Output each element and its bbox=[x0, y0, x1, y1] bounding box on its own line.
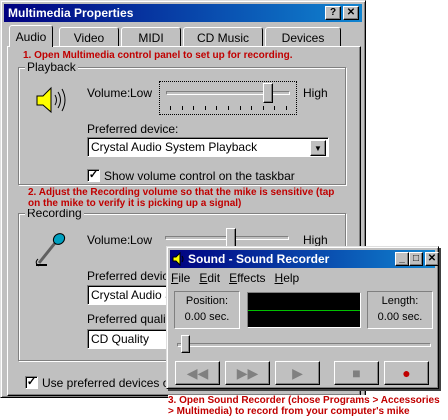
recording-high-label: High bbox=[303, 233, 328, 247]
playback-group-label: Playback bbox=[25, 60, 78, 74]
recording-quality-select[interactable]: CD Quality bbox=[87, 329, 177, 349]
recorder-seek-thumb[interactable] bbox=[181, 335, 190, 353]
playback-slider-ticks bbox=[170, 106, 288, 110]
annotation-step3-line2: > Multimedia) to record from your comput… bbox=[168, 406, 410, 417]
recorder-title: Sound - Sound Recorder bbox=[188, 252, 330, 266]
recording-quality-value: CD Quality bbox=[91, 332, 150, 346]
help-button[interactable]: ? bbox=[325, 6, 341, 20]
recording-quality-label: Preferred quality: bbox=[87, 312, 179, 326]
slider-tick bbox=[216, 106, 218, 110]
waveform-display bbox=[247, 292, 361, 328]
show-volume-checkbox[interactable]: ✓ bbox=[87, 169, 100, 182]
stop-button[interactable]: ■ bbox=[334, 361, 379, 385]
sound-recorder-window: Sound - Sound Recorder _ □ ✕ File Edit E… bbox=[166, 246, 439, 389]
menu-file[interactable]: File bbox=[171, 271, 190, 285]
position-value: 0.00 sec. bbox=[184, 311, 230, 323]
record-button[interactable]: ● bbox=[384, 361, 429, 385]
playback-slider-thumb[interactable] bbox=[263, 83, 273, 103]
speaker-icon bbox=[36, 86, 66, 114]
recorder-app-icon bbox=[172, 252, 184, 266]
show-volume-label: Show volume control on the taskbar bbox=[104, 169, 295, 183]
recorder-close-icon[interactable]: ✕ bbox=[425, 252, 439, 266]
recorder-menu-bar: File Edit Effects Help bbox=[171, 271, 299, 285]
length-label: Length: bbox=[381, 295, 419, 307]
annotation-step2: 2. Adjust the Recording volume so that t… bbox=[28, 187, 346, 209]
microphone-icon bbox=[35, 233, 66, 267]
recorder-seek-slider[interactable] bbox=[175, 335, 433, 355]
menu-help[interactable]: Help bbox=[275, 271, 300, 285]
slider-tick bbox=[274, 106, 276, 110]
window-title: Multimedia Properties bbox=[8, 6, 134, 20]
annotation-step3: 3. Open Sound Recorder (chose Programs >… bbox=[168, 395, 446, 417]
slider-tick bbox=[204, 106, 206, 110]
annotation-step3-line1: 3. Open Sound Recorder (chose Programs >… bbox=[168, 395, 440, 406]
slider-tick bbox=[193, 106, 195, 110]
recording-device-label: Preferred device bbox=[87, 269, 176, 283]
slider-tick bbox=[170, 106, 171, 110]
recording-low-label: Low bbox=[130, 233, 153, 247]
menu-edit[interactable]: Edit bbox=[199, 271, 220, 285]
playback-device-label: Preferred device: bbox=[87, 122, 179, 136]
maximize-icon[interactable]: □ bbox=[409, 252, 423, 266]
slider-tick bbox=[286, 106, 287, 110]
recording-slider-thumb[interactable] bbox=[226, 228, 236, 248]
recorder-title-bar[interactable]: Sound - Sound Recorder _ □ ✕ bbox=[170, 250, 439, 268]
recording-device-select[interactable]: Crystal Audio Sy bbox=[87, 285, 177, 305]
menu-effects[interactable]: Effects bbox=[229, 271, 265, 285]
playback-device-select[interactable]: Crystal Audio System Playback ▼ bbox=[87, 137, 329, 157]
seek-end-button[interactable]: ▶▶ bbox=[225, 361, 270, 385]
playback-volume-label: Volume: bbox=[87, 86, 131, 100]
length-value: 0.00 sec. bbox=[377, 311, 423, 323]
length-box: Length: 0.00 sec. bbox=[367, 291, 433, 329]
recorder-seek-track bbox=[177, 343, 431, 347]
tab-audio[interactable]: Audio bbox=[9, 25, 53, 47]
chevron-down-icon[interactable]: ▼ bbox=[310, 140, 326, 156]
annotation-step1: 1. Open Multimedia control panel to set … bbox=[23, 50, 323, 61]
slider-tick bbox=[251, 106, 253, 110]
position-box: Position: 0.00 sec. bbox=[174, 291, 240, 329]
tab-video[interactable]: Video bbox=[59, 27, 119, 47]
slider-tick bbox=[239, 106, 241, 110]
recording-device-value: Crystal Audio Sy bbox=[91, 288, 177, 302]
slider-tick bbox=[262, 106, 264, 110]
title-bar[interactable]: Multimedia Properties ? ✕ bbox=[4, 4, 362, 22]
playback-device-value: Crystal Audio System Playback bbox=[91, 140, 258, 154]
slider-tick bbox=[181, 106, 183, 110]
play-button[interactable]: ▶ bbox=[275, 361, 320, 385]
playback-low-label: Low bbox=[130, 86, 153, 100]
slider-tick bbox=[228, 106, 229, 110]
recording-volume-label: Volume: bbox=[87, 233, 131, 247]
playback-volume-slider[interactable] bbox=[159, 81, 297, 115]
close-button[interactable]: ✕ bbox=[343, 6, 359, 20]
position-label: Position: bbox=[185, 295, 229, 307]
tab-cd-music[interactable]: CD Music bbox=[183, 27, 263, 47]
tab-devices[interactable]: Devices bbox=[265, 27, 341, 47]
use-preferred-checkbox[interactable]: ✓ bbox=[25, 376, 38, 389]
seek-start-button[interactable]: ◀◀ bbox=[175, 361, 220, 385]
use-preferred-label: Use preferred devices onl bbox=[42, 376, 179, 390]
tab-midi[interactable]: MIDI bbox=[121, 27, 181, 47]
playback-high-label: High bbox=[303, 86, 328, 100]
minimize-icon[interactable]: _ bbox=[395, 252, 409, 266]
